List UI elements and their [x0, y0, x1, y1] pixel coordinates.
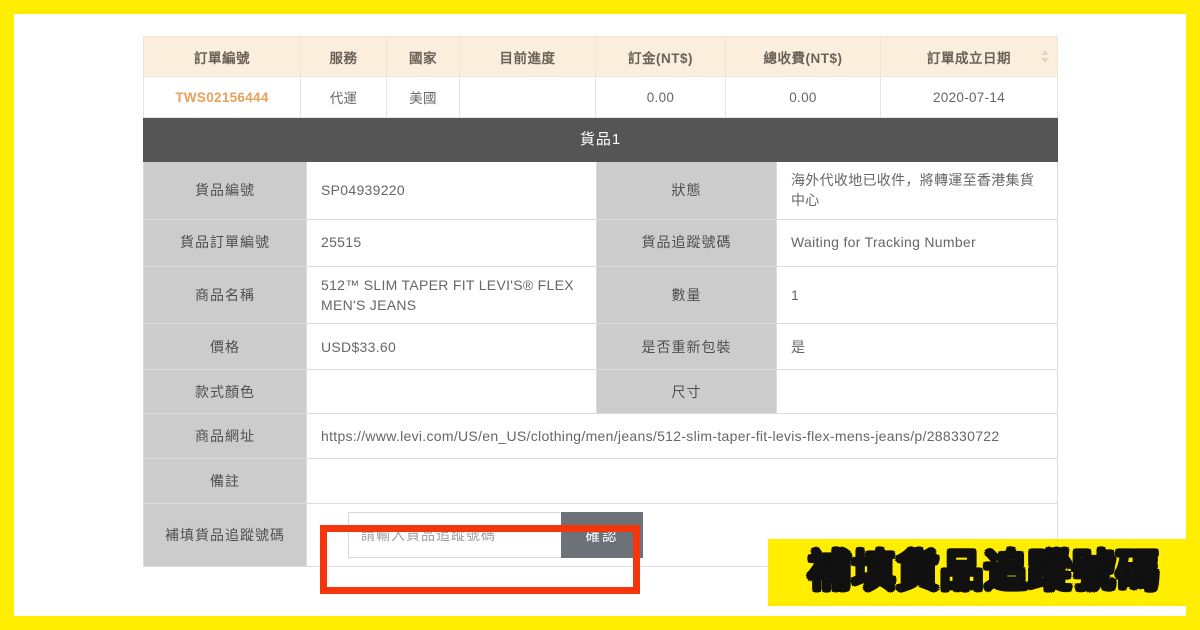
tracking-number-input[interactable]	[348, 512, 561, 559]
page-root: 訂單編號 服務 國家 目前進度 訂金(NT$) 總收費(NT$) 訂單成立日期 …	[0, 0, 1200, 630]
item-row-color-size: 款式顏色 尺寸	[143, 369, 1059, 415]
label-style-color: 款式顏色	[143, 369, 307, 415]
value-product-name: 512™ SLIM TAPER FIT LEVI'S® FLEX MEN'S J…	[306, 265, 597, 325]
item-row-order-id-tracking: 貨品訂單編號 25515 貨品追蹤號碼 Waiting for Tracking…	[143, 218, 1059, 267]
order-table-header-row: 訂單編號 服務 國家 目前進度 訂金(NT$) 總收費(NT$) 訂單成立日期	[143, 36, 1058, 77]
value-item-status: 海外代收地已收件，將轉運至香港集貨中心	[775, 161, 1059, 220]
item-row-id-status: 貨品編號 SP04939220 狀態 海外代收地已收件，將轉運至香港集貨中心	[143, 161, 1059, 220]
cell-order-id[interactable]: TWS02156444	[143, 76, 301, 118]
value-product-url[interactable]: https://www.levi.com/US/en_US/clothing/m…	[305, 413, 1059, 460]
value-item-tracking-number: Waiting for Tracking Number	[775, 218, 1059, 267]
label-item-id: 貨品編號	[143, 161, 307, 220]
value-item-order-id: 25515	[306, 218, 597, 267]
label-product-name: 商品名稱	[143, 265, 307, 325]
order-summary-table: 訂單編號 服務 國家 目前進度 訂金(NT$) 總收費(NT$) 訂單成立日期 …	[143, 36, 1058, 118]
value-price: USD$33.60	[306, 323, 597, 371]
caption-banner-text: 補填貨品追蹤號碼	[807, 547, 1160, 597]
column-header-country[interactable]: 國家	[386, 36, 460, 77]
item-row-url: 商品網址 https://www.levi.com/US/en_US/cloth…	[143, 413, 1059, 460]
column-header-deposit[interactable]: 訂金(NT$)	[595, 36, 726, 77]
label-product-url: 商品網址	[143, 413, 307, 460]
order-table-row: TWS02156444 代運 美國 0.00 0.00 2020-07-14	[143, 76, 1058, 118]
label-fill-tracking-number: 補填貨品追蹤號碼	[143, 503, 307, 568]
confirm-button[interactable]: 確認	[561, 512, 643, 559]
column-header-created-date[interactable]: 訂單成立日期	[880, 36, 1058, 77]
item-banner-title: 貨品1	[142, 118, 1059, 162]
value-size	[775, 369, 1059, 415]
label-quantity: 數量	[596, 265, 777, 325]
label-note: 備註	[143, 458, 307, 505]
cell-deposit: 0.00	[595, 76, 726, 118]
cell-progress	[459, 76, 596, 118]
caption-banner: 補填貨品追蹤號碼	[768, 539, 1200, 606]
label-item-tracking-number: 貨品追蹤號碼	[596, 218, 777, 267]
value-item-id: SP04939220	[306, 161, 597, 220]
label-size: 尺寸	[596, 369, 777, 415]
item-row-product-name-qty: 商品名稱 512™ SLIM TAPER FIT LEVI'S® FLEX ME…	[143, 265, 1059, 325]
column-header-progress[interactable]: 目前進度	[459, 36, 596, 77]
column-header-total-fee[interactable]: 總收費(NT$)	[725, 36, 881, 77]
value-style-color	[306, 369, 597, 415]
label-item-order-id: 貨品訂單編號	[143, 218, 307, 267]
value-note	[305, 458, 1059, 505]
value-repackage: 是	[775, 323, 1059, 371]
item-row-note: 備註	[143, 458, 1059, 505]
item-banner-row: 貨品1	[142, 118, 1059, 162]
label-item-status: 狀態	[596, 161, 777, 220]
item-row-price-repack: 價格 USD$33.60 是否重新包裝 是	[143, 323, 1059, 371]
cell-service: 代運	[300, 76, 387, 118]
sort-updown-icon[interactable]	[1041, 49, 1050, 64]
cell-country: 美國	[386, 76, 460, 118]
column-header-service[interactable]: 服務	[300, 36, 387, 77]
column-header-created-date-label: 訂單成立日期	[927, 50, 1011, 66]
label-repackage: 是否重新包裝	[596, 323, 777, 371]
label-price: 價格	[143, 323, 307, 371]
item-detail-table: 貨品1 貨品編號 SP04939220 狀態 海外代收地已收件，將轉運至香港集貨…	[142, 118, 1059, 568]
cell-created-date: 2020-07-14	[880, 76, 1058, 118]
column-header-order-id[interactable]: 訂單編號	[143, 36, 301, 77]
tracking-input-group: 確認	[348, 512, 643, 559]
cell-total-fee: 0.00	[725, 76, 881, 118]
value-quantity: 1	[775, 265, 1059, 325]
